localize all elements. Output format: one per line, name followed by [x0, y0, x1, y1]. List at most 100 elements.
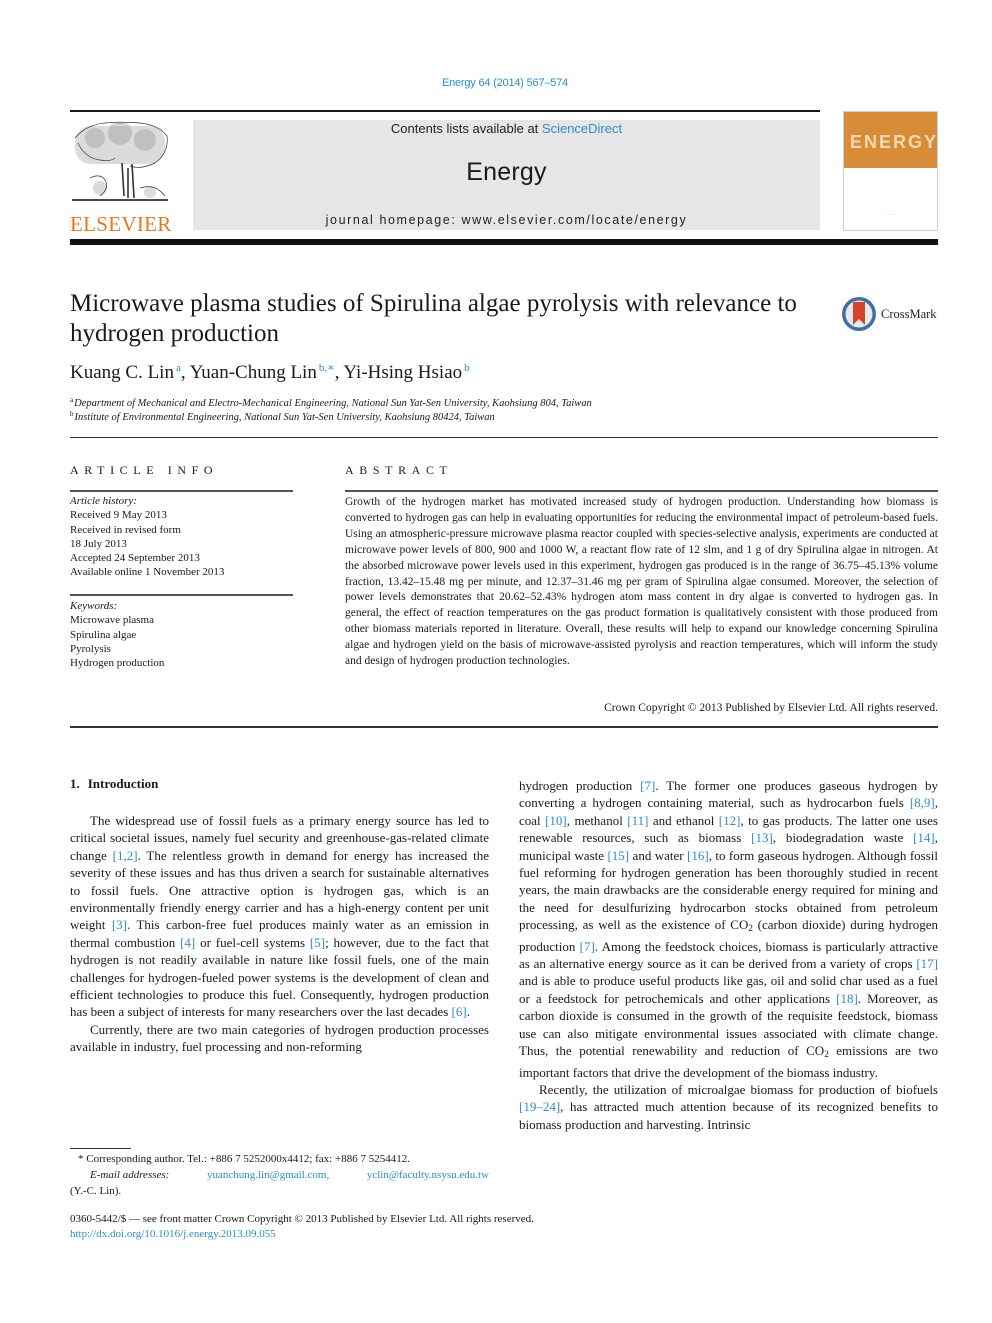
- affiliation-key: b: [70, 410, 74, 418]
- keywords-divider: [70, 594, 293, 596]
- citation-link[interactable]: [6]: [452, 1004, 467, 1019]
- journal-name: Energy: [466, 158, 547, 186]
- abstract-bottom-divider: [70, 726, 938, 728]
- history-item: Accepted 24 September 2013: [70, 552, 200, 565]
- section-heading-introduction: 1. Introduction: [70, 776, 158, 792]
- footnote-divider: [70, 1148, 131, 1149]
- front-matter: 0360-5442/$ — see front matter Crown Cop…: [70, 1212, 534, 1242]
- citation-link[interactable]: [12]: [719, 813, 741, 828]
- body-text: and water: [629, 847, 688, 863]
- abstract-divider: [345, 490, 938, 492]
- citation-link[interactable]: [14]: [913, 830, 935, 845]
- keyword-item: Spirulina algae: [70, 628, 137, 641]
- doi-link[interactable]: http://dx.doi.org/10.1016/j.energy.2013.…: [70, 1227, 534, 1242]
- citation-link[interactable]: [7]: [580, 939, 595, 954]
- journal-reference-link[interactable]: Energy 64 (2014) 567–574: [0, 77, 992, 89]
- keywords: Keywords: Microwave plasma Spirulina alg…: [70, 599, 164, 670]
- citation-link[interactable]: [5]: [310, 935, 325, 950]
- email-link[interactable]: yuanchung.lin@gmail.com,: [207, 1167, 329, 1183]
- history-item: Available online 1 November 2013: [70, 566, 225, 579]
- citation-link[interactable]: [8,9]: [910, 795, 935, 810]
- issn-copyright-line: 0360-5442/$ — see front matter Crown Cop…: [70, 1213, 534, 1225]
- body-text: , methanol: [566, 812, 628, 828]
- body-column-left: The widespread use of fossil fuels as a …: [70, 812, 489, 1056]
- citation-link[interactable]: [16]: [687, 848, 709, 863]
- header-top-rule: [70, 110, 820, 112]
- citation-link[interactable]: [10]: [545, 813, 567, 828]
- affiliation-divider: [70, 437, 938, 438]
- article-history-label: Article history:: [70, 495, 137, 507]
- abstract-heading: ABSTRACT: [345, 463, 453, 477]
- citation-link[interactable]: [3]: [112, 917, 127, 932]
- cover-title: ENERGY: [850, 132, 939, 152]
- author-affiliation-marker[interactable]: b: [464, 362, 470, 374]
- author-list: Kuang C. Lin a, Yuan-Chung Lin b,∗, Yi-Hsi…: [70, 361, 470, 384]
- email-label: E-mail addresses:: [90, 1169, 170, 1181]
- citation-link[interactable]: [1,2]: [113, 848, 138, 863]
- author-name[interactable]: Yuan-Chung Lin: [190, 362, 317, 383]
- affiliation-text: Institute of Environmental Engineering, …: [74, 412, 495, 423]
- article-info-divider: [70, 490, 293, 492]
- affiliation-b: bInstitute of Environmental Engineering,…: [70, 410, 495, 423]
- author-separator: ,: [180, 362, 190, 383]
- author-name[interactable]: Yi-Hsing Hsiao: [343, 362, 462, 383]
- elsevier-tree-icon: [72, 121, 168, 201]
- affiliation-key: a: [70, 396, 74, 404]
- keyword-item: Pyrolysis: [70, 642, 111, 655]
- body-text: and ethanol: [648, 812, 719, 828]
- keyword-item: Hydrogen production: [70, 657, 165, 670]
- section-title: Introduction: [87, 776, 159, 791]
- citation-link[interactable]: [15]: [607, 848, 629, 863]
- body-text: or fuel-cell systems: [195, 934, 310, 950]
- corresponding-author-contact: Corresponding author. Tel.: +886 7 52520…: [86, 1153, 410, 1165]
- cover-footer-text: · · · ·: [885, 212, 896, 218]
- crossmark-button[interactable]: CrossMark: [841, 296, 941, 334]
- keyword-item: Microwave plasma: [70, 614, 154, 627]
- crossmark-label: CrossMark: [881, 307, 937, 321]
- citation-link[interactable]: [19–24]: [519, 1099, 560, 1114]
- body-text: hydrogen production: [519, 778, 641, 793]
- author-name[interactable]: Kuang C. Lin: [70, 362, 174, 383]
- header-thick-rule: [70, 239, 938, 245]
- journal-homepage-link[interactable]: journal homepage: www.elsevier.com/locat…: [193, 213, 820, 227]
- elsevier-wordmark: ELSEVIER: [70, 212, 172, 236]
- history-item: 18 July 2013: [70, 537, 127, 550]
- body-paragraph: hydrogen production [7]. The former one …: [519, 777, 938, 1081]
- crossmark-icon: [842, 297, 876, 331]
- journal-cover-thumbnail[interactable]: ENERGY · · · ·: [843, 111, 938, 231]
- body-text: Recently, the utilization of microalgae …: [539, 1081, 938, 1097]
- affiliation-text: Department of Mechanical and Electro-Mec…: [74, 398, 592, 409]
- body-paragraph: Currently, there are two main categories…: [70, 1021, 489, 1056]
- email-link[interactable]: yclin@faculty.nsysu.edu.tw: [367, 1167, 489, 1183]
- citation-link[interactable]: [11]: [627, 813, 648, 828]
- corresponding-author-footnote: * Corresponding author. Tel.: +886 7 525…: [70, 1151, 489, 1199]
- citation-link[interactable]: [17]: [916, 956, 938, 971]
- citation-link[interactable]: [4]: [180, 935, 195, 950]
- citation-link[interactable]: [13]: [751, 830, 773, 845]
- contents-available-line: Contents lists available at ScienceDirec…: [193, 121, 820, 136]
- history-item: Received in revised form: [70, 523, 181, 536]
- body-paragraph: The widespread use of fossil fuels as a …: [70, 812, 489, 1021]
- article-info-heading: ARTICLE INFO: [70, 463, 219, 477]
- article-title: Microwave plasma studies of Spirulina al…: [70, 290, 797, 347]
- body-text: , biodegradation waste: [772, 830, 914, 846]
- section-number: 1.: [70, 776, 80, 791]
- body-text: , has attracted much attention because o…: [519, 1099, 938, 1132]
- footnote-marker: *: [78, 1153, 84, 1165]
- contents-prefix: Contents lists available at: [390, 121, 542, 136]
- citation-link[interactable]: [18]: [836, 991, 858, 1006]
- body-text: Currently, there are two main categories…: [70, 1021, 489, 1055]
- sciencedirect-link[interactable]: ScienceDirect: [542, 121, 622, 136]
- affiliation-a: aDepartment of Mechanical and Electro-Me…: [70, 396, 592, 409]
- body-column-right: hydrogen production [7]. The former one …: [519, 777, 938, 1133]
- citation-link[interactable]: [7]: [640, 778, 655, 793]
- abstract-text: Growth of the hydrogen market has motiva…: [345, 496, 938, 668]
- history-item: Received 9 May 2013: [70, 509, 167, 522]
- author-affiliation-marker[interactable]: b,∗: [319, 362, 335, 374]
- body-paragraph: Recently, the utilization of microalgae …: [519, 1081, 938, 1133]
- keywords-label: Keywords:: [70, 600, 118, 612]
- journal-banner: Contents lists available at ScienceDirec…: [193, 120, 820, 230]
- abstract-copyright: Crown Copyright © 2013 Published by Else…: [604, 702, 938, 714]
- elsevier-logo[interactable]: ELSEVIER: [70, 118, 172, 236]
- article-history: Article history: Received 9 May 2013 Rec…: [70, 494, 224, 580]
